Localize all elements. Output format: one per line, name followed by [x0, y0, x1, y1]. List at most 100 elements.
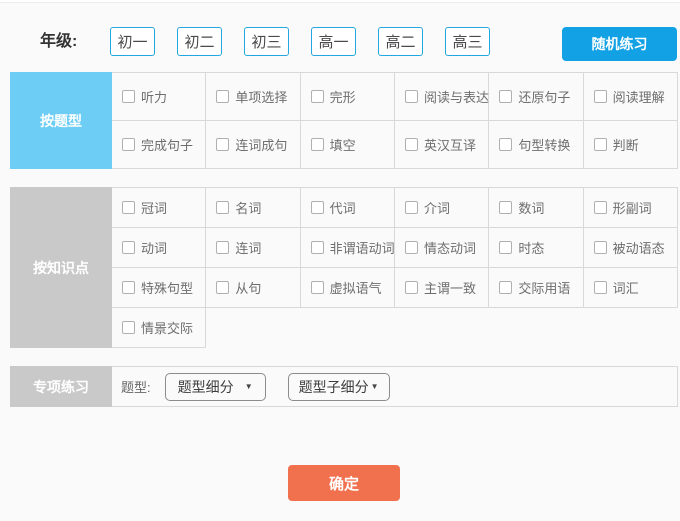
knowledge-point-option[interactable]: 时态	[489, 228, 583, 268]
option-label: 完形	[330, 87, 356, 106]
checkbox[interactable]	[311, 90, 324, 103]
by-knowledge-row-2: 动词 连词 非谓语动词 情态动词	[112, 228, 678, 268]
knowledge-point-option[interactable]: 冠词	[112, 188, 206, 228]
knowledge-point-option[interactable]: 代词	[301, 188, 395, 228]
option-label: 词汇	[613, 278, 639, 297]
checkbox[interactable]	[594, 138, 607, 151]
checkbox[interactable]	[311, 201, 324, 214]
question-type-option[interactable]: 完形	[301, 73, 395, 121]
option-label: 判断	[613, 135, 639, 154]
option-label: 时态	[518, 238, 544, 257]
type-sub-subdivision-dropdown[interactable]: 题型子细分 ▼	[288, 373, 390, 401]
dropdown-value: 题型细分	[178, 377, 234, 397]
checkbox[interactable]	[216, 90, 229, 103]
option-label: 特殊句型	[141, 278, 193, 297]
checkbox[interactable]	[499, 241, 512, 254]
knowledge-point-option[interactable]: 介词	[395, 188, 489, 228]
option-label: 连词成句	[235, 135, 287, 154]
checkbox[interactable]	[405, 90, 418, 103]
section-special-practice: 专项练习 题型: 题型细分 ▼ 题型子细分 ▼	[10, 366, 678, 407]
question-type-option[interactable]: 单项选择	[206, 73, 300, 121]
checkbox[interactable]	[594, 90, 607, 103]
grade-option-button[interactable]: 高二	[378, 27, 423, 56]
knowledge-point-option[interactable]: 非谓语动词	[301, 228, 395, 268]
question-type-option[interactable]: 还原句子	[489, 73, 583, 121]
knowledge-point-option[interactable]: 虚拟语气	[301, 268, 395, 308]
option-label: 被动语态	[613, 238, 665, 257]
grade-option-button[interactable]: 高一	[311, 27, 356, 56]
checkbox[interactable]	[311, 241, 324, 254]
option-label: 主谓一致	[424, 278, 476, 297]
checkbox[interactable]	[499, 281, 512, 294]
grade-option-button[interactable]: 初一	[110, 27, 155, 56]
checkbox[interactable]	[216, 281, 229, 294]
question-type-option[interactable]: 完成句子	[112, 121, 206, 169]
checkbox[interactable]	[122, 321, 135, 334]
by-knowledge-rows: 冠词 名词 代词 介词 数词	[112, 187, 678, 348]
checkbox[interactable]	[594, 281, 607, 294]
checkbox[interactable]	[405, 201, 418, 214]
option-label: 从句	[235, 278, 261, 297]
knowledge-point-option[interactable]: 情态动词	[395, 228, 489, 268]
grade-option-button[interactable]: 高三	[445, 27, 490, 56]
knowledge-point-option[interactable]: 从句	[206, 268, 300, 308]
by-knowledge-row-3: 特殊句型 从句 虚拟语气 主谓一致	[112, 268, 678, 308]
grade-option-button[interactable]: 初三	[244, 27, 289, 56]
knowledge-point-option[interactable]: 词汇	[584, 268, 678, 308]
grade-options: 初一 初二 初三 高一 高二 高三	[110, 27, 490, 56]
question-type-option[interactable]: 填空	[301, 121, 395, 169]
section-header-special: 专项练习	[10, 366, 112, 407]
option-label: 代词	[330, 198, 356, 217]
checkbox[interactable]	[311, 281, 324, 294]
checkbox[interactable]	[405, 241, 418, 254]
knowledge-point-option[interactable]: 被动语态	[584, 228, 678, 268]
knowledge-point-option[interactable]: 主谓一致	[395, 268, 489, 308]
checkbox[interactable]	[499, 138, 512, 151]
type-label: 题型:	[121, 377, 151, 396]
by-type-rows: 听力 单项选择 完形 阅读与表达	[112, 72, 678, 169]
option-label: 填空	[330, 135, 356, 154]
knowledge-point-option[interactable]: 形副词	[584, 188, 678, 228]
grade-option-button[interactable]: 初二	[177, 27, 222, 56]
checkbox[interactable]	[499, 90, 512, 103]
checkbox[interactable]	[216, 138, 229, 151]
option-label: 单项选择	[235, 87, 287, 106]
checkbox[interactable]	[311, 138, 324, 151]
question-type-option[interactable]: 阅读理解	[584, 73, 678, 121]
knowledge-point-option[interactable]: 交际用语	[489, 268, 583, 308]
checkbox[interactable]	[405, 281, 418, 294]
question-type-option[interactable]: 阅读与表达	[395, 73, 489, 121]
section-header-by-knowledge: 按知识点	[10, 187, 112, 348]
top-divider	[0, 0, 680, 3]
option-label: 情景交际	[141, 318, 193, 337]
section-header-by-type: 按题型	[10, 72, 112, 169]
knowledge-point-option[interactable]: 动词	[112, 228, 206, 268]
checkbox[interactable]	[122, 201, 135, 214]
checkbox[interactable]	[122, 138, 135, 151]
question-type-option[interactable]: 判断	[584, 121, 678, 169]
checkbox[interactable]	[122, 241, 135, 254]
checkbox[interactable]	[122, 281, 135, 294]
knowledge-point-option[interactable]: 名词	[206, 188, 300, 228]
knowledge-point-option[interactable]: 特殊句型	[112, 268, 206, 308]
section-by-question-type: 按题型 听力 单项选择 完形	[10, 72, 678, 169]
question-type-option[interactable]: 听力	[112, 73, 206, 121]
checkbox[interactable]	[405, 138, 418, 151]
checkbox[interactable]	[499, 201, 512, 214]
question-type-option[interactable]: 句型转换	[489, 121, 583, 169]
checkbox[interactable]	[594, 201, 607, 214]
question-type-option[interactable]: 连词成句	[206, 121, 300, 169]
option-label: 还原句子	[518, 87, 570, 106]
random-practice-button[interactable]: 随机练习	[562, 27, 677, 61]
type-subdivision-dropdown[interactable]: 题型细分 ▼	[165, 373, 266, 401]
knowledge-point-option[interactable]: 情景交际	[112, 308, 206, 348]
option-label: 英汉互译	[424, 135, 476, 154]
checkbox[interactable]	[122, 90, 135, 103]
checkbox[interactable]	[216, 201, 229, 214]
knowledge-point-option[interactable]: 数词	[489, 188, 583, 228]
checkbox[interactable]	[216, 241, 229, 254]
knowledge-point-option[interactable]: 连词	[206, 228, 300, 268]
confirm-button[interactable]: 确定	[288, 465, 400, 501]
question-type-option[interactable]: 英汉互译	[395, 121, 489, 169]
checkbox[interactable]	[594, 241, 607, 254]
